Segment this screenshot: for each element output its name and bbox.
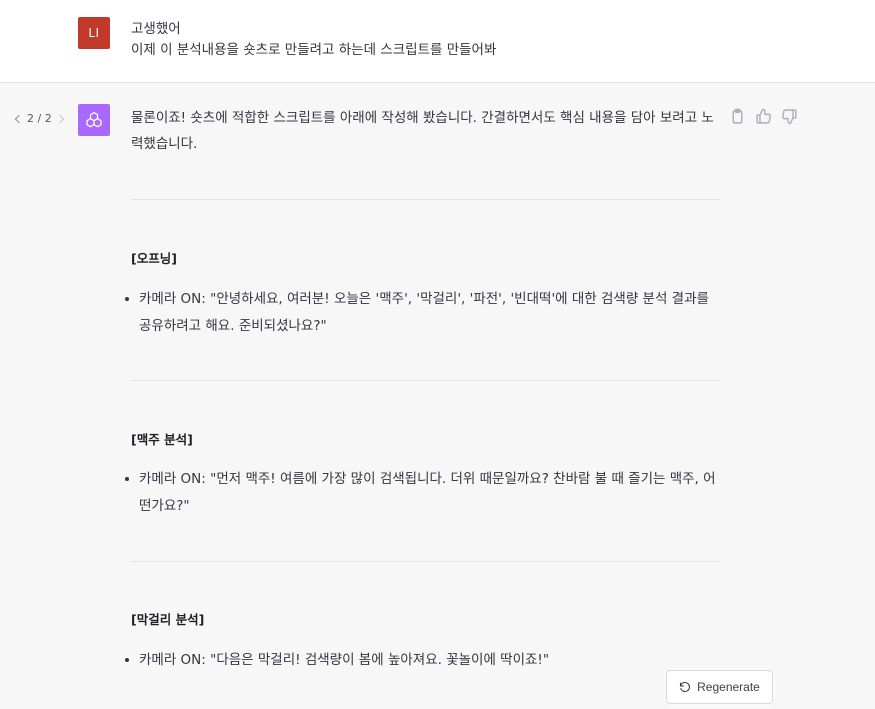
regenerate-button[interactable]: Regenerate — [666, 670, 773, 704]
regenerate-label: Regenerate — [697, 680, 760, 694]
list-item-text: 카메라 ON: "먼저 맥주! 여름에 가장 많이 검색됩니다. 더위 때문일까… — [139, 471, 716, 514]
chevron-right-icon[interactable] — [55, 114, 64, 123]
list-item-text: 카메라 ON: "안녕하세요, 여러분! 오늘은 '맥주', '막걸리', '파… — [139, 291, 709, 334]
thumbs-down-icon[interactable] — [781, 108, 798, 125]
list-item: 카메라 ON: "안녕하세요, 여러분! 오늘은 '맥주', '막걸리', '파… — [125, 286, 721, 340]
response-pager: 2 / 2 — [14, 112, 64, 125]
chevron-left-icon[interactable] — [14, 114, 24, 123]
divider — [131, 199, 720, 200]
divider — [131, 561, 720, 562]
user-message-row: LI 고생했어 이제 이 분석내용을 숏츠로 만들려고 하는데 스크립트를 만들… — [0, 0, 875, 83]
section-heading-opening: [오프닝] — [131, 251, 177, 266]
list-item: 카메라 ON: "먼저 맥주! 여름에 가장 많이 검색됩니다. 더위 때문일까… — [125, 466, 721, 520]
divider — [131, 380, 720, 381]
list-item: 카메라 ON: "다음은 막걸리! 검색량이 봄에 높아져요. 꽃놀이에 딱이죠… — [125, 647, 721, 674]
openai-logo-icon — [86, 112, 102, 128]
section-heading-makgeolli: [막걸리 분석] — [131, 612, 205, 627]
bullet-dot — [125, 297, 129, 301]
list-item-text: 카메라 ON: "다음은 막걸리! 검색량이 봄에 높아져요. 꽃놀이에 딱이죠… — [139, 652, 550, 668]
refresh-icon — [680, 681, 691, 692]
assistant-intro-text: 물론이죠! 숏츠에 적합한 스크립트를 아래에 작성해 봤습니다. 간결하면서도… — [131, 110, 714, 152]
message-actions — [729, 108, 798, 125]
user-avatar: LI — [78, 17, 110, 49]
bullet-dot — [125, 477, 129, 481]
section-heading-beer: [맥주 분석] — [131, 432, 193, 447]
pager-label: 2 / 2 — [27, 112, 52, 125]
thumbs-up-icon[interactable] — [755, 108, 772, 125]
clipboard-icon[interactable] — [729, 108, 746, 125]
user-message-text: 고생했어 이제 이 분석내용을 숏츠로 만들려고 하는데 스크립트를 만들어봐 — [131, 21, 497, 58]
bullet-dot — [125, 658, 129, 662]
assistant-avatar — [78, 104, 110, 136]
assistant-message-row: 2 / 2 물론이죠! 숏츠에 적합한 스크립트를 아래에 작성해 봤습니다. … — [0, 83, 875, 709]
